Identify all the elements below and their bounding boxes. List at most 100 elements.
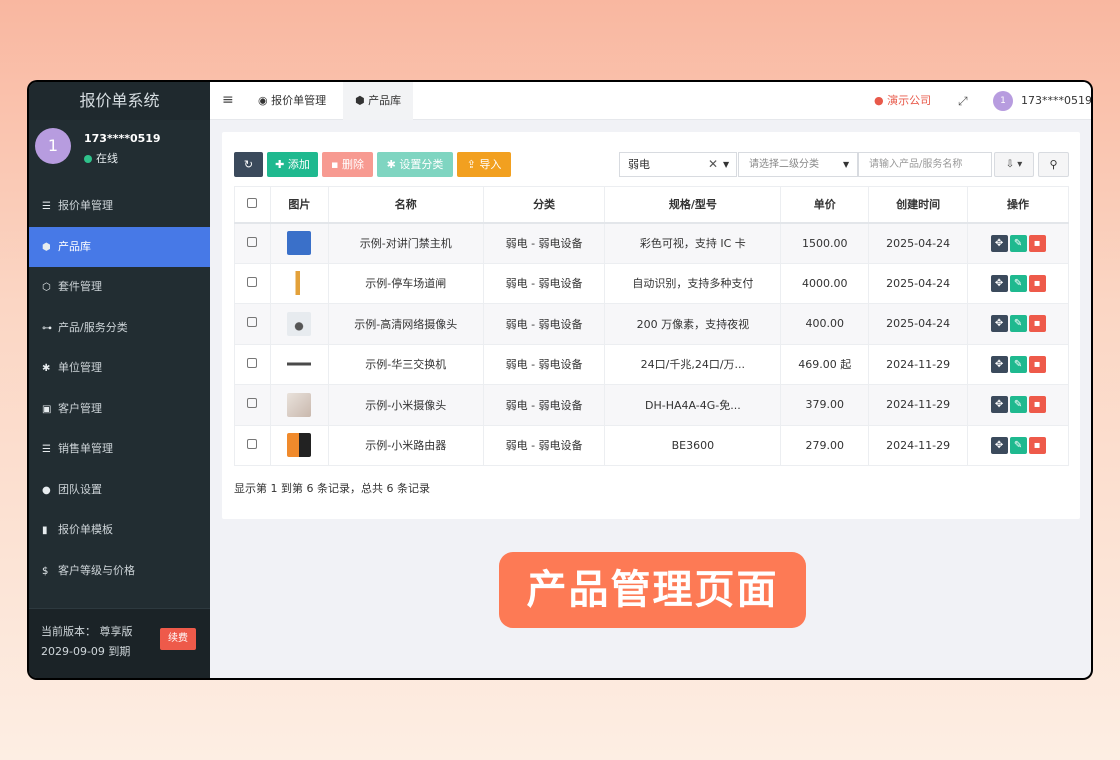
select-all-checkbox[interactable] <box>247 197 258 208</box>
edit-icon[interactable]: ✎ <box>1009 396 1027 414</box>
export-button[interactable]: ⇩ ▾ <box>994 152 1034 177</box>
file-icon: ▮ <box>42 525 48 536</box>
upload-icon: ⇪ <box>466 158 480 171</box>
col-spec[interactable]: 规格/型号 <box>604 186 782 224</box>
sidebar-item-label: 客户等级与价格 <box>58 563 135 577</box>
edit-icon[interactable]: ✎ <box>1009 274 1027 292</box>
col-name[interactable]: 名称 <box>327 186 484 224</box>
spec-cell: 200 万像素，支持夜视 <box>604 303 782 345</box>
fullscreen-icon[interactable]: ⤢ <box>958 94 968 109</box>
company-switcher[interactable]: ● 演示公司 <box>874 82 931 120</box>
row-checkbox[interactable] <box>247 317 258 328</box>
col-created[interactable]: 创建时间 <box>868 186 969 224</box>
spec-cell: 彩色可视，支持 IC 卡 <box>604 222 782 264</box>
tab-products[interactable]: ⬢ 产品库 <box>343 82 414 120</box>
delete-icon[interactable]: ▪ <box>1028 436 1046 454</box>
clear-icon[interactable]: ✕ <box>708 153 718 176</box>
row-checkbox[interactable] <box>247 276 258 287</box>
name-cell: 示例-华三交换机 <box>327 343 484 385</box>
spec-cell: 24口/千兆,24口/万... <box>604 343 782 385</box>
sidebar-item-products[interactable]: ⬢ 产品库 <box>29 226 210 267</box>
users-icon: ● <box>874 94 888 107</box>
export-icon: ⇩ ▾ <box>1005 159 1023 170</box>
sidebar-item-customers[interactable]: ▣ 客户管理 <box>29 389 210 430</box>
product-thumbnail[interactable] <box>287 433 312 458</box>
product-thumbnail[interactable] <box>287 392 312 417</box>
created-cell: 2025-04-24 <box>868 222 969 264</box>
refresh-icon: ↻ <box>243 158 254 171</box>
product-thumbnail[interactable] <box>287 311 312 336</box>
product-thumbnail[interactable] <box>287 352 312 377</box>
move-icon[interactable]: ✥ <box>990 315 1008 333</box>
sidebar-item-templates[interactable]: ▮ 报价单模板 <box>29 510 210 551</box>
col-category[interactable]: 分类 <box>482 186 606 224</box>
sidebar-item-pricing[interactable]: $ 客户等级与价格 <box>29 551 210 592</box>
sidebar-item-label: 报价单管理 <box>58 199 113 212</box>
search-button[interactable]: ⚲ <box>1038 152 1069 177</box>
sidebar-item-kits[interactable]: ⬡ 套件管理 <box>29 267 210 308</box>
avatar[interactable]: 1 <box>993 91 1013 111</box>
table-row: 示例-停车场道闸 弱电 - 弱电设备 自动识别，支持多种支付 4000.00 2… <box>234 262 1069 304</box>
caret-down-icon: ▼ <box>843 160 850 169</box>
created-cell: 2025-04-24 <box>868 262 969 304</box>
move-icon[interactable]: ✥ <box>990 396 1008 414</box>
renew-button[interactable]: 续费 <box>160 628 196 650</box>
thumbnail-cell <box>269 424 329 466</box>
menu-toggle-icon[interactable]: ≡ <box>222 92 234 108</box>
product-thumbnail[interactable] <box>287 231 312 255</box>
users-icon: ● <box>42 484 51 496</box>
delete-button[interactable]: ▪ 删除 <box>322 152 373 177</box>
subcategory-select[interactable]: 请选择二级分类 ▼ <box>738 152 858 177</box>
add-button[interactable]: ✚ 添加 <box>267 152 318 177</box>
name-cell: 示例-小米摄像头 <box>327 384 484 426</box>
delete-label: 删除 <box>341 158 364 171</box>
row-checkbox[interactable] <box>247 438 258 449</box>
delete-icon[interactable]: ▪ <box>1028 396 1046 414</box>
col-actions: 操作 <box>967 186 1069 224</box>
move-icon[interactable]: ✥ <box>990 436 1008 454</box>
thumbnail-cell <box>269 262 329 304</box>
product-thumbnail[interactable] <box>287 271 312 296</box>
created-cell: 2024-11-29 <box>868 384 969 426</box>
edit-icon[interactable]: ✎ <box>1009 315 1027 333</box>
category-select[interactable]: 弱电 ✕ ▼ <box>619 152 737 177</box>
move-icon[interactable]: ✥ <box>990 234 1008 252</box>
sidebar-item-quotes[interactable]: ☰ 报价单管理 <box>29 186 210 227</box>
user-name: 173****0519 <box>84 132 161 145</box>
sidebar-item-team[interactable]: ● 团队设置 <box>29 470 210 511</box>
move-icon[interactable]: ✥ <box>990 355 1008 373</box>
move-icon[interactable]: ✥ <box>990 274 1008 292</box>
set-category-button[interactable]: ✱ 设置分类 <box>377 152 453 177</box>
sidebar-item-units[interactable]: ✱ 单位管理 <box>29 348 210 389</box>
category-select-value: 弱电 <box>628 158 650 171</box>
company-name: 演示公司 <box>887 94 932 107</box>
row-checkbox[interactable] <box>247 236 258 247</box>
category-cell: 弱电 - 弱电设备 <box>482 424 606 466</box>
edit-icon[interactable]: ✎ <box>1009 436 1027 454</box>
delete-icon[interactable]: ▪ <box>1028 355 1046 373</box>
avatar[interactable]: 1 <box>35 128 71 164</box>
top-user-name[interactable]: 173****0519 <box>1021 82 1091 120</box>
user-panel: 1 173****0519 在线 <box>29 120 210 170</box>
sidebar-item-categories[interactable]: ⊶ 产品/服务分类 <box>29 308 210 349</box>
product-panel: ↻ ✚ 添加 ▪ 删除 ✱ 设置分类 ⇪ 导入 弱电 ✕ ▼ 请选择二级分类 ▼ 请输… <box>222 132 1080 519</box>
trash-icon: ▪ <box>331 158 342 171</box>
row-checkbox[interactable] <box>247 357 258 368</box>
sidebar-item-sales[interactable]: ☰ 销售单管理 <box>29 429 210 470</box>
edit-icon[interactable]: ✎ <box>1009 355 1027 373</box>
delete-icon[interactable]: ▪ <box>1028 315 1046 333</box>
row-checkbox[interactable] <box>247 398 258 409</box>
sidebar-menu: ☰ 报价单管理 ⬢ 产品库 ⬡ 套件管理 ⊶ 产品/服务分类 ✱ 单位管理 ▣ 客户管理 ☰… <box>29 186 210 591</box>
import-button[interactable]: ⇪ 导入 <box>457 152 511 177</box>
col-price[interactable]: 单价 <box>780 186 870 224</box>
page-banner: 产品管理页面 <box>499 552 806 628</box>
refresh-button[interactable]: ↻ <box>234 152 263 177</box>
search-input[interactable]: 请输入产品/服务名称 <box>858 152 992 177</box>
edit-icon[interactable]: ✎ <box>1009 234 1027 252</box>
delete-icon[interactable]: ▪ <box>1028 234 1046 252</box>
actions-cell: ✥ ✎ ▪ <box>967 222 1069 264</box>
delete-icon[interactable]: ▪ <box>1028 274 1046 292</box>
tab-quotes[interactable]: ◉ 报价单管理 <box>246 82 338 120</box>
actions-cell: ✥ ✎ ▪ <box>967 262 1069 304</box>
category-cell: 弱电 - 弱电设备 <box>482 222 606 264</box>
